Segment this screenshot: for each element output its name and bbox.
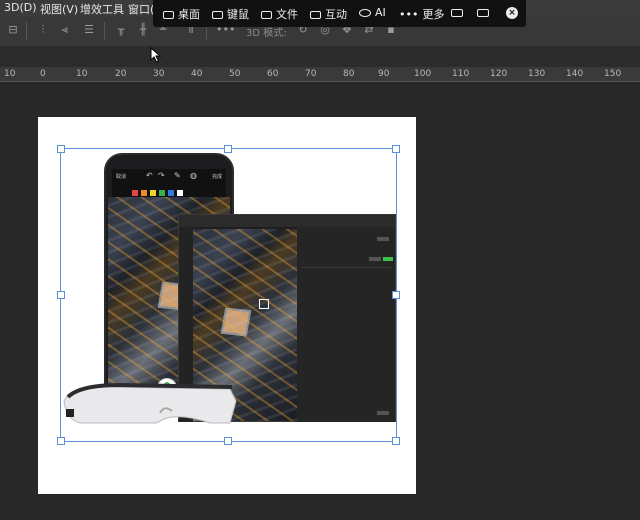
transform-handle-bottom[interactable]	[224, 437, 232, 445]
desktop-label: 桌面	[178, 8, 200, 21]
divider	[104, 22, 105, 40]
align-center-icon[interactable]: ⫶	[36, 24, 50, 36]
keyboard-mouse-button[interactable]: 键鼠	[212, 6, 249, 22]
transform-bounding-box[interactable]	[60, 148, 397, 442]
transform-handle-bottom-left[interactable]	[57, 437, 65, 445]
menu-plugins[interactable]: 增效工具	[80, 1, 124, 17]
ruler-label: 50	[229, 69, 241, 79]
divider	[26, 22, 27, 40]
desktop-button[interactable]: 桌面	[163, 6, 200, 22]
align-left-icon[interactable]: ⊟	[6, 24, 20, 36]
more-button[interactable]: ••• 更多	[399, 6, 444, 22]
monitor-icon	[163, 11, 174, 19]
close-icon[interactable]: ×	[506, 7, 518, 19]
transform-handle-left[interactable]	[57, 291, 65, 299]
align-right-icon[interactable]: ⫷	[58, 24, 72, 36]
mouse-cursor-icon	[150, 47, 162, 63]
transform-handle-top[interactable]	[224, 145, 232, 153]
ruler-label: 10	[4, 69, 16, 79]
keyboard-icon	[212, 11, 223, 19]
keyboard-mouse-label: 键鼠	[227, 8, 249, 21]
ruler-label: 120	[490, 69, 508, 79]
align-middle-icon[interactable]: ╫	[136, 24, 150, 36]
more-label: 更多	[422, 8, 445, 21]
ruler-label: 40	[191, 69, 203, 79]
interact-label: 互动	[325, 8, 347, 21]
remote-control-toolbar: 桌面 键鼠 文件 互动 AI ••• 更多 ×	[153, 0, 526, 27]
transform-handle-top-left[interactable]	[57, 145, 65, 153]
ai-label: AI	[375, 6, 386, 19]
ruler-label: 0	[40, 69, 46, 79]
record-button[interactable]	[477, 6, 493, 19]
ruler-label: 100	[414, 69, 432, 79]
ruler-label: 10	[76, 69, 88, 79]
more-dots-icon: •••	[399, 8, 419, 21]
transform-handle-top-right[interactable]	[392, 145, 400, 153]
transform-handle-bottom-right[interactable]	[392, 437, 400, 445]
interact-icon	[310, 11, 321, 19]
interact-button[interactable]: 互动	[310, 6, 347, 22]
ruler-label: 110	[452, 69, 470, 79]
distribute-icon[interactable]: ☰	[82, 24, 96, 36]
ruler-label: 20	[115, 69, 127, 79]
ruler-label: 60	[267, 69, 279, 79]
document-tab-strip	[0, 47, 640, 67]
ruler-label: 90	[378, 69, 390, 79]
file-button[interactable]: 文件	[261, 6, 298, 22]
align-top-icon[interactable]: ╥	[114, 24, 128, 36]
menu-view[interactable]: 视图(V)	[40, 1, 78, 17]
ruler-label: 80	[343, 69, 355, 79]
ruler-label: 140	[566, 69, 584, 79]
screen-button[interactable]	[451, 6, 467, 19]
transform-handle-right[interactable]	[392, 291, 400, 299]
ruler-label: 30	[153, 69, 165, 79]
file-label: 文件	[276, 8, 298, 21]
ruler-label: 150	[604, 69, 622, 79]
horizontal-ruler[interactable]: 10 0 10 20 30 40 50 60 70 80 90 100 110 …	[0, 67, 640, 82]
folder-icon	[261, 11, 272, 19]
screen-icon	[451, 9, 463, 17]
ruler-label: 70	[305, 69, 317, 79]
eye-icon	[359, 9, 371, 17]
menu-3d[interactable]: 3D(D)	[4, 1, 37, 14]
ruler-label: 130	[528, 69, 546, 79]
ai-button[interactable]: AI	[359, 6, 386, 19]
record-icon	[477, 9, 489, 17]
